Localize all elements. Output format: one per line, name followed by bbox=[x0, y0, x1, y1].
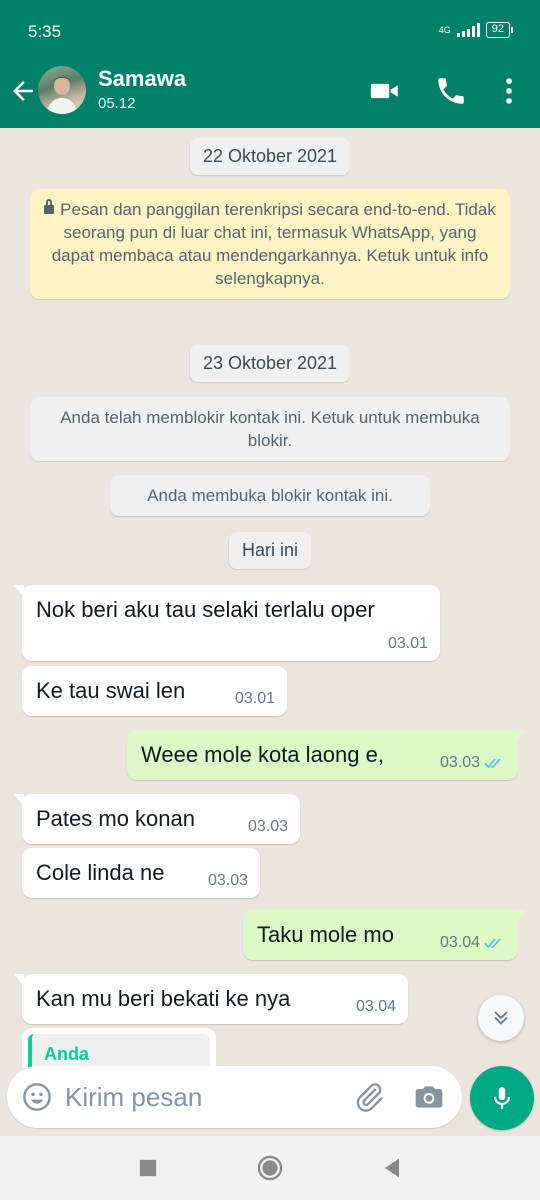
message-bubble-outgoing[interactable]: Taku mole mo 03.04 bbox=[243, 910, 526, 960]
back-triangle-icon[interactable] bbox=[378, 1154, 406, 1182]
quoted-sender: Anda bbox=[44, 1044, 89, 1064]
message-input[interactable] bbox=[65, 1078, 345, 1116]
double-check-icon bbox=[484, 758, 501, 769]
last-seen: 05.12 bbox=[98, 95, 136, 112]
recents-icon[interactable] bbox=[134, 1154, 162, 1182]
double-check-icon bbox=[484, 938, 501, 949]
emoji-icon[interactable] bbox=[21, 1081, 53, 1113]
message-composer bbox=[7, 1066, 462, 1128]
video-call-icon[interactable] bbox=[368, 74, 402, 108]
message-text: Weee mole kota laong e, bbox=[141, 742, 384, 767]
message-bubble-incoming[interactable]: Cole linda ne 03.03 bbox=[22, 848, 260, 898]
message-bubble-outgoing[interactable]: Weee mole kota laong e, 03.03 bbox=[127, 730, 526, 780]
status-icons: 4G 92 bbox=[438, 22, 514, 38]
system-nav-bar bbox=[0, 1136, 540, 1200]
message-text: Cole linda ne bbox=[36, 860, 165, 885]
message-text: Pates mo konan bbox=[36, 806, 195, 831]
message-time: 03.01 bbox=[234, 690, 275, 707]
chat-area[interactable]: 22 Oktober 2021 Pesan dan panggilan tere… bbox=[0, 128, 540, 1136]
message-text: Taku mole mo bbox=[257, 922, 394, 947]
voice-message-button[interactable] bbox=[470, 1066, 534, 1130]
status-time: 5:35 bbox=[28, 22, 62, 41]
chevron-double-down-icon bbox=[494, 1011, 508, 1025]
contact-name[interactable]: Samawa bbox=[98, 66, 186, 92]
message-bubble-incoming[interactable]: Kan mu beri bekati ke nya 03.04 bbox=[14, 974, 408, 1024]
unblocked-notice: Anda membuka blokir kontak ini. bbox=[110, 475, 430, 516]
status-bar: 5:35 4G 92 bbox=[0, 0, 540, 60]
message-text: Nok beri aku tau selaki terlalu oper bbox=[36, 597, 375, 622]
lock-icon bbox=[44, 199, 55, 214]
network-type: 4G bbox=[438, 24, 451, 35]
avatar[interactable] bbox=[38, 66, 86, 114]
message-time: 03.04 bbox=[355, 998, 396, 1015]
message-text: Kan mu beri bekati ke nya bbox=[36, 986, 291, 1011]
date-separator: 22 Oktober 2021 bbox=[189, 138, 351, 175]
home-icon[interactable] bbox=[256, 1154, 284, 1182]
reply-bubble-partial[interactable]: Anda bbox=[22, 1028, 216, 1074]
paperclip-icon[interactable] bbox=[353, 1081, 385, 1113]
encryption-notice[interactable]: Pesan dan panggilan terenkripsi secara e… bbox=[30, 189, 510, 299]
phone-icon[interactable] bbox=[434, 74, 468, 108]
more-vert-icon[interactable] bbox=[492, 74, 526, 108]
message-time: 03.03 bbox=[207, 872, 248, 889]
message-bubble-incoming[interactable]: Pates mo konan 03.03 bbox=[14, 794, 300, 844]
chat-header: Samawa 05.12 bbox=[0, 60, 540, 128]
battery-icon: 92 bbox=[485, 22, 514, 38]
date-separator: 23 Oktober 2021 bbox=[189, 345, 351, 382]
message-time: 03.03 bbox=[439, 754, 480, 771]
message-bubble-incoming[interactable]: Nok beri aku tau selaki terlalu oper 03.… bbox=[14, 585, 440, 661]
blocked-notice[interactable]: Anda telah memblokir kontak ini. Ketuk u… bbox=[30, 397, 510, 461]
arrow-left-icon[interactable] bbox=[8, 76, 38, 106]
unblocked-notice-text: Anda membuka blokir kontak ini. bbox=[147, 486, 393, 505]
message-time: 03.04 bbox=[439, 934, 480, 951]
encryption-notice-text: Pesan dan panggilan terenkripsi secara e… bbox=[51, 200, 496, 288]
message-time: 03.01 bbox=[387, 635, 428, 652]
message-time: 03.03 bbox=[247, 818, 288, 835]
blocked-notice-text: Anda telah memblokir kontak ini. Ketuk u… bbox=[60, 408, 480, 450]
camera-icon[interactable] bbox=[413, 1081, 445, 1113]
date-separator: Hari ini bbox=[228, 532, 312, 569]
message-bubble-incoming[interactable]: Ke tau swai len 03.01 bbox=[22, 666, 287, 716]
message-text: Ke tau swai len bbox=[36, 678, 186, 703]
signal-icon bbox=[456, 23, 480, 37]
scroll-to-bottom-button[interactable] bbox=[478, 995, 524, 1041]
mic-icon bbox=[493, 1087, 511, 1109]
